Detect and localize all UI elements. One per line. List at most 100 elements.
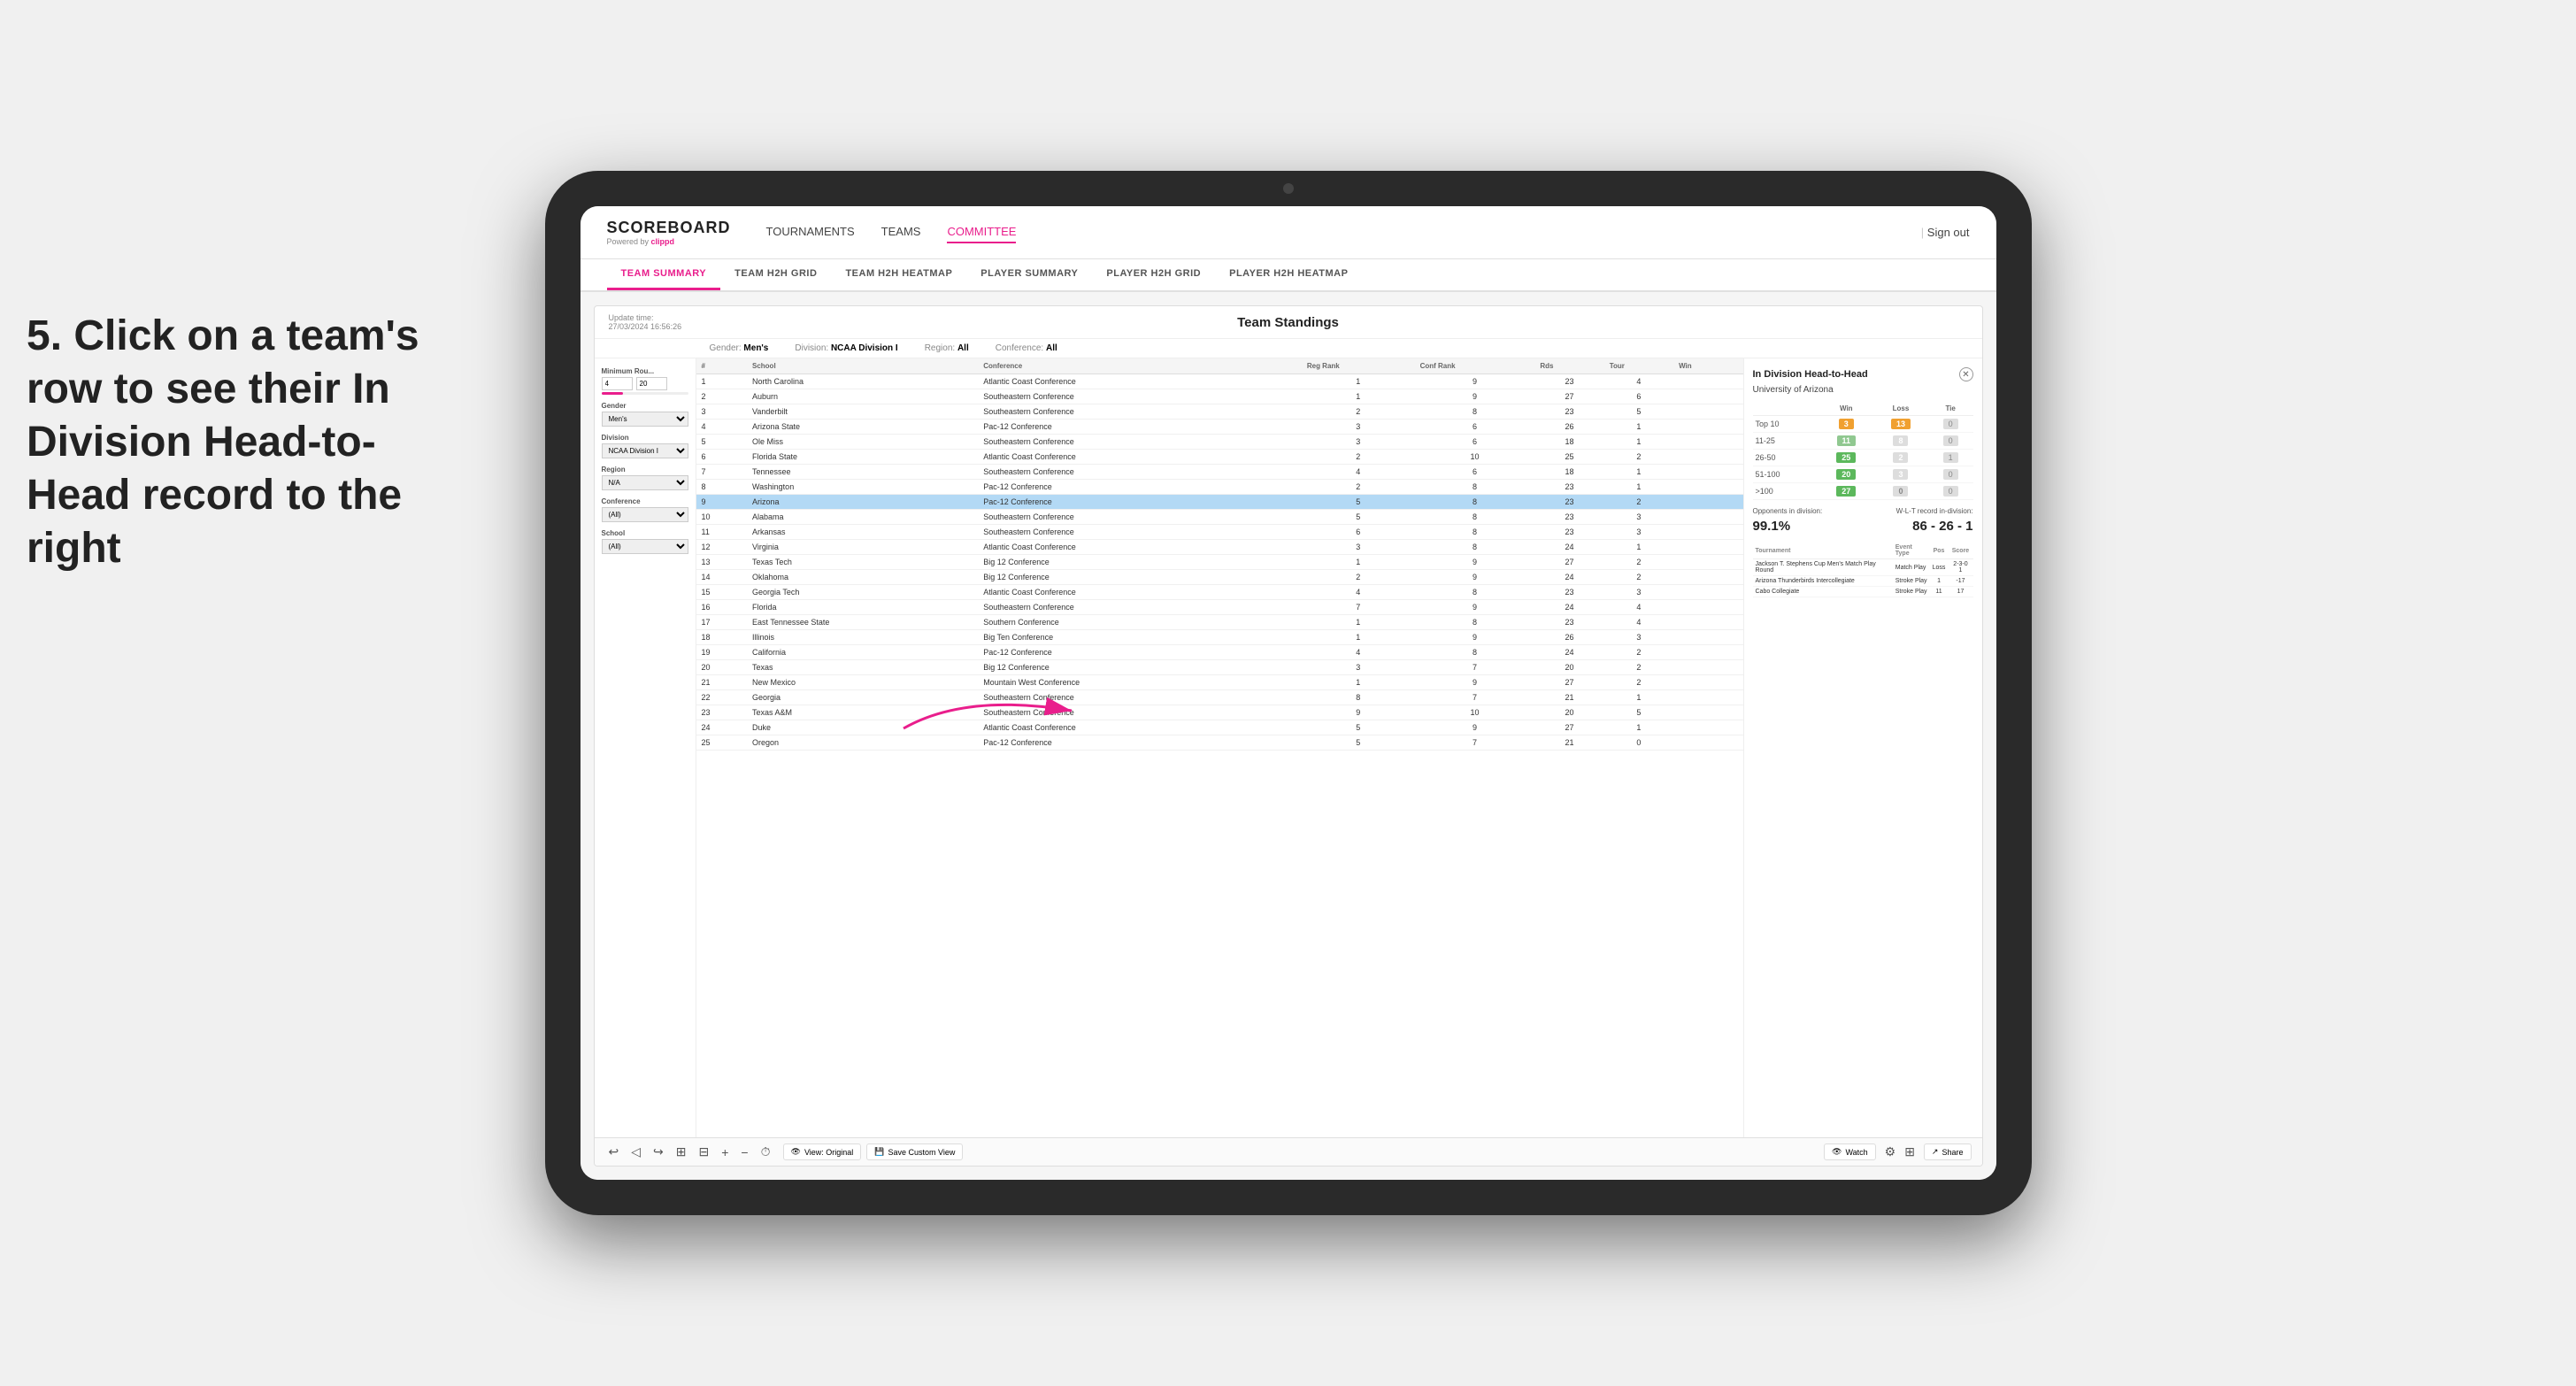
row-tour: 1: [1604, 465, 1673, 480]
table-row[interactable]: 7 Tennessee Southeastern Conference 4 6 …: [696, 465, 1743, 480]
table-row[interactable]: 16 Florida Southeastern Conference 7 9 2…: [696, 600, 1743, 615]
sign-out-button[interactable]: Sign out: [1921, 226, 1970, 239]
h2h-close-button[interactable]: ✕: [1959, 367, 1973, 381]
clock-icon[interactable]: ⏱: [757, 1143, 774, 1161]
h2h-loss-value: 0: [1893, 486, 1908, 497]
row-conf-rank: 7: [1415, 660, 1535, 675]
row-conf-rank: 6: [1415, 420, 1535, 435]
region-value: All: [957, 343, 969, 353]
table-row[interactable]: 2 Auburn Southeastern Conference 1 9 27 …: [696, 389, 1743, 404]
nav-teams[interactable]: TEAMS: [881, 221, 921, 243]
paste-icon[interactable]: ⊟: [695, 1143, 712, 1161]
minus-icon[interactable]: −: [737, 1143, 751, 1161]
table-header: # School Conference Reg Rank Conf Rank R…: [696, 358, 1743, 374]
h2h-row: >100 27 0 0: [1753, 483, 1973, 500]
settings-icon[interactable]: ⚙: [1885, 1144, 1896, 1159]
tournament-body: Jackson T. Stephens Cup Men's Match Play…: [1753, 559, 1973, 597]
row-conference: Big 12 Conference: [978, 660, 1302, 675]
row-tour: 3: [1604, 510, 1673, 525]
subnav-player-h2h-heatmap[interactable]: PLAYER H2H HEATMAP: [1215, 259, 1362, 290]
tourn-type: Match Play: [1893, 559, 1930, 576]
row-rds: 20: [1534, 660, 1603, 675]
table-row[interactable]: 13 Texas Tech Big 12 Conference 1 9 27 2: [696, 555, 1743, 570]
row-conf-rank: 9: [1415, 600, 1535, 615]
table-row[interactable]: 8 Washington Pac-12 Conference 2 8 23 1: [696, 480, 1743, 495]
row-tour: 6: [1604, 389, 1673, 404]
table-row[interactable]: 9 Arizona Pac-12 Conference 5 8 23 2: [696, 495, 1743, 510]
table-row[interactable]: 15 Georgia Tech Atlantic Coast Conferenc…: [696, 585, 1743, 600]
row-reg-rank: 2: [1302, 570, 1415, 585]
table-row[interactable]: 11 Arkansas Southeastern Conference 6 8 …: [696, 525, 1743, 540]
copy-icon[interactable]: ⊞: [673, 1143, 690, 1161]
h2h-win-value: 25: [1836, 452, 1856, 463]
table-row[interactable]: 5 Ole Miss Southeastern Conference 3 6 1…: [696, 435, 1743, 450]
row-conf-rank: 10: [1415, 450, 1535, 465]
app-container: SCOREBOARD Powered by clippd TOURNAMENTS…: [581, 206, 1996, 1180]
h2h-team-name: University of Arizona: [1753, 385, 1973, 395]
table-row[interactable]: 19 California Pac-12 Conference 4 8 24 2: [696, 645, 1743, 660]
row-conference: Southeastern Conference: [978, 435, 1302, 450]
region-sidebar-label: Region: [602, 466, 688, 474]
h2h-range: >100: [1753, 483, 1819, 500]
slider-track[interactable]: [602, 392, 688, 395]
opponents-pct: 99.1%: [1753, 519, 1791, 534]
table-row[interactable]: 20 Texas Big 12 Conference 3 7 20 2: [696, 660, 1743, 675]
min-rounds-max[interactable]: [636, 377, 667, 390]
table-row[interactable]: 22 Georgia Southeastern Conference 8 7 2…: [696, 690, 1743, 705]
table-row[interactable]: 4 Arizona State Pac-12 Conference 3 6 26…: [696, 420, 1743, 435]
table-row[interactable]: 17 East Tennessee State Southern Confere…: [696, 615, 1743, 630]
grid-icon[interactable]: ⊞: [1904, 1144, 1915, 1159]
toolbar-right: 👁 Watch ⚙ ⊞ ↗ Share: [1824, 1143, 1971, 1160]
region-select[interactable]: N/A: [602, 475, 688, 490]
redo-icon[interactable]: ↪: [650, 1143, 667, 1161]
subnav-team-summary[interactable]: TEAM SUMMARY: [607, 259, 721, 290]
nav-tournaments[interactable]: TOURNAMENTS: [766, 221, 855, 243]
view-original-button[interactable]: 👁 View: Original: [783, 1143, 862, 1160]
row-reg-rank: 1: [1302, 630, 1415, 645]
redo-step-back-icon[interactable]: ◁: [627, 1143, 644, 1161]
table-row[interactable]: 10 Alabama Southeastern Conference 5 8 2…: [696, 510, 1743, 525]
school-select[interactable]: (All): [602, 539, 688, 554]
save-custom-button[interactable]: 💾 Save Custom View: [866, 1143, 963, 1160]
undo-icon[interactable]: ↩: [605, 1143, 623, 1161]
row-conf-rank: 9: [1415, 374, 1535, 389]
subnav-player-summary[interactable]: PLAYER SUMMARY: [966, 259, 1092, 290]
table-row[interactable]: 6 Florida State Atlantic Coast Conferenc…: [696, 450, 1743, 465]
conference-select[interactable]: (All): [602, 507, 688, 522]
table-row[interactable]: 25 Oregon Pac-12 Conference 5 7 21 0: [696, 735, 1743, 751]
table-row[interactable]: 21 New Mexico Mountain West Conference 1…: [696, 675, 1743, 690]
share-button[interactable]: ↗ Share: [1924, 1143, 1972, 1160]
table-row[interactable]: 1 North Carolina Atlantic Coast Conferen…: [696, 374, 1743, 389]
subnav-team-h2h-heatmap[interactable]: TEAM H2H HEATMAP: [831, 259, 966, 290]
table-row[interactable]: 23 Texas A&M Southeastern Conference 9 1…: [696, 705, 1743, 720]
row-school: California: [747, 645, 978, 660]
row-win: [1673, 404, 1742, 420]
h2h-win-cell: 11: [1819, 433, 1873, 450]
division-select[interactable]: NCAA Division I: [602, 443, 688, 458]
row-school: North Carolina: [747, 374, 978, 389]
watch-button[interactable]: 👁 Watch: [1824, 1143, 1876, 1160]
main-panel: Update time: 27/03/2024 16:56:26 Team St…: [594, 305, 1983, 1167]
gender-select[interactable]: Men's: [602, 412, 688, 427]
min-rounds-min[interactable]: [602, 377, 633, 390]
row-rank: 1: [696, 374, 748, 389]
row-reg-rank: 8: [1302, 690, 1415, 705]
table-row[interactable]: 14 Oklahoma Big 12 Conference 2 9 24 2: [696, 570, 1743, 585]
row-conf-rank: 9: [1415, 555, 1535, 570]
nav-committee[interactable]: COMMITTEE: [947, 221, 1016, 243]
table-row[interactable]: 3 Vanderbilt Southeastern Conference 2 8…: [696, 404, 1743, 420]
h2h-col-range: [1753, 402, 1819, 416]
add-icon[interactable]: +: [718, 1143, 732, 1161]
row-conference: Big 12 Conference: [978, 555, 1302, 570]
table-row[interactable]: 24 Duke Atlantic Coast Conference 5 9 27…: [696, 720, 1743, 735]
row-school: Georgia: [747, 690, 978, 705]
table-row[interactable]: 12 Virginia Atlantic Coast Conference 3 …: [696, 540, 1743, 555]
tournament-row: Arizona Thunderbirds Intercollegiate Str…: [1753, 576, 1973, 587]
division-label: Division:: [795, 343, 828, 353]
row-reg-rank: 2: [1302, 450, 1415, 465]
subnav-player-h2h-grid[interactable]: PLAYER H2H GRID: [1092, 259, 1215, 290]
table-row[interactable]: 18 Illinois Big Ten Conference 1 9 26 3: [696, 630, 1743, 645]
row-rank: 18: [696, 630, 748, 645]
row-reg-rank: 6: [1302, 525, 1415, 540]
subnav-team-h2h-grid[interactable]: TEAM H2H GRID: [720, 259, 831, 290]
